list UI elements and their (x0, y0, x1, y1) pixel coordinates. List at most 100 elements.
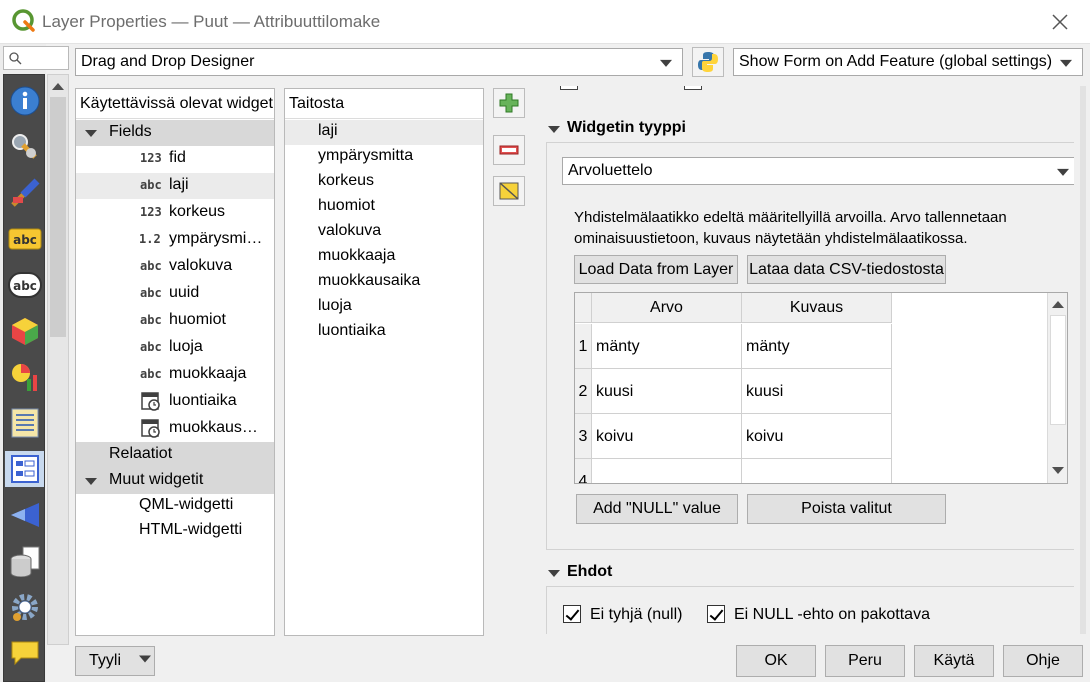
actions-icon[interactable] (7, 589, 43, 625)
load-from-layer-button[interactable]: Load Data from Layer (574, 255, 738, 284)
add-container-button[interactable] (493, 88, 525, 118)
cell-value[interactable]: kuusi (592, 369, 742, 414)
tree-item-field[interactable]: abc huomiot (76, 308, 274, 334)
python-init-button[interactable] (692, 47, 724, 77)
tree-item-field[interactable]: luontiaika (76, 389, 274, 415)
information-icon[interactable] (7, 83, 43, 119)
layout-item[interactable]: luontiaika (285, 320, 483, 345)
scrollbar-thumb[interactable] (1050, 315, 1066, 425)
text-field-icon: abc (140, 178, 162, 192)
tree-item-qml-widget[interactable]: QML-widgetti (76, 493, 274, 519)
labels-icon[interactable]: abc (7, 221, 43, 257)
not-null-checkbox[interactable] (563, 605, 581, 623)
cancel-button[interactable]: Peru (825, 645, 905, 677)
column-header-description[interactable]: Kuvaus (742, 293, 892, 323)
widget-config-area[interactable]: Widgetin tyyppi Arvoluettelo Yhdistelmäl… (534, 86, 1074, 634)
tree-item-field[interactable]: abc muokkaaja (76, 362, 274, 388)
tree-item-field[interactable]: 123 korkeus (76, 200, 274, 226)
edit-tab-button[interactable] (493, 176, 525, 206)
partial-checkbox[interactable] (560, 86, 578, 90)
auxiliary-storage-icon[interactable] (7, 543, 43, 579)
ok-button[interactable]: OK (736, 645, 816, 677)
layout-item[interactable]: muokkausaika (285, 270, 483, 295)
layout-item[interactable]: korkeus (285, 170, 483, 195)
config-scrollbar[interactable] (1080, 86, 1086, 634)
tree-item-field[interactable]: muokkaus… (76, 416, 274, 442)
cell-description[interactable]: koivu (742, 414, 892, 459)
tree-item-field[interactable]: 123 fid (76, 146, 274, 172)
masks-icon[interactable]: abc (7, 267, 43, 303)
enforce-not-null-checkbox[interactable] (707, 605, 725, 623)
expand-arrow-icon[interactable] (85, 130, 97, 137)
scroll-up-icon[interactable] (1052, 301, 1064, 308)
layout-item[interactable]: huomiot (285, 195, 483, 220)
tree-item-field[interactable]: 1.2 ympärysmi… (76, 227, 274, 253)
cell-description[interactable]: mänty (742, 324, 892, 369)
tree-item-html-widget[interactable]: HTML-widgetti (76, 518, 274, 544)
tree-item-field[interactable]: abc laji (76, 173, 274, 199)
widget-type-combo[interactable]: Arvoluettelo (562, 157, 1074, 185)
table-scrollbar[interactable] (1047, 293, 1067, 483)
tree-item-field[interactable]: abc uuid (76, 281, 274, 307)
style-menu-button[interactable]: Tyyli (75, 646, 155, 676)
cell-description[interactable]: kuusi (742, 369, 892, 414)
expand-arrow-icon[interactable] (85, 478, 97, 485)
collapse-arrow-icon[interactable] (548, 570, 560, 577)
scrollbar-thumb[interactable] (50, 97, 66, 337)
designer-combo[interactable]: Drag and Drop Designer (75, 48, 683, 76)
form-layout-tree[interactable]: Taitosta laji ympärysmitta korkeus huomiot v… (284, 88, 484, 636)
load-csv-button[interactable]: Lataa data CSV-tiedostosta (747, 255, 946, 284)
source-icon[interactable] (7, 129, 43, 165)
fields-icon[interactable] (7, 405, 43, 441)
row-header[interactable]: 1 (575, 324, 592, 369)
joins-icon[interactable] (7, 497, 43, 533)
section-list-scrollbar[interactable] (47, 74, 69, 645)
available-widgets-tree[interactable]: Käytettävissä olevat widgetit Fields 123… (75, 88, 275, 636)
cell-description[interactable] (742, 459, 892, 483)
available-widgets-header: Käytettävissä olevat widgetit (76, 89, 274, 119)
search-icon (9, 52, 22, 65)
row-header[interactable]: 2 (575, 369, 592, 414)
widget-type-title: Widgetin tyyppi (567, 119, 686, 136)
scroll-down-icon[interactable] (1052, 467, 1064, 474)
tree-group-fields[interactable]: Fields (76, 120, 274, 146)
help-button[interactable]: Ohje (1003, 645, 1083, 677)
display-icon[interactable] (7, 635, 43, 671)
show-form-combo[interactable]: Show Form on Add Feature (global setting… (733, 48, 1083, 76)
search-input[interactable] (3, 46, 69, 70)
section-list[interactable]: abc abc (3, 74, 45, 682)
text-field-icon: abc (140, 286, 162, 300)
scroll-up-icon[interactable] (52, 83, 64, 90)
tree-group-other-widgets[interactable]: Muut widgetit (76, 468, 274, 494)
collapse-arrow-icon[interactable] (548, 126, 560, 133)
layout-item-label: luontiaika (318, 322, 386, 339)
layout-item[interactable]: luoja (285, 295, 483, 320)
tree-item-field[interactable]: abc valokuva (76, 254, 274, 280)
apply-button[interactable]: Käytä (914, 645, 994, 677)
remove-selected-button[interactable]: Poista valitut (747, 494, 946, 524)
column-header-value[interactable]: Arvo (592, 293, 742, 323)
diagrams-icon[interactable] (7, 359, 43, 395)
layout-item[interactable]: muokkaaja (285, 245, 483, 270)
tree-group-relations[interactable]: Relaatiot (76, 442, 274, 468)
cell-value[interactable] (592, 459, 742, 483)
add-null-button[interactable]: Add "NULL" value (576, 494, 738, 524)
layout-item[interactable]: valokuva (285, 220, 483, 245)
text-field-icon: abc (140, 340, 162, 354)
row-header[interactable]: 4 (575, 459, 592, 483)
close-icon[interactable] (1046, 8, 1074, 36)
symbology-icon[interactable] (7, 175, 43, 211)
layout-item-label: laji (318, 122, 338, 139)
cell-value[interactable]: mänty (592, 324, 742, 369)
value-map-table[interactable]: Arvo Kuvaus 1 mänty mänty 2 kuusi kuusi 3 koivu… (574, 292, 1068, 484)
layout-item-label: valokuva (318, 222, 382, 239)
partial-checkbox[interactable] (684, 86, 702, 90)
attributes-form-icon[interactable] (5, 451, 44, 487)
row-header[interactable]: 3 (575, 414, 592, 459)
cell-value[interactable]: koivu (592, 414, 742, 459)
layout-item[interactable]: ympärysmitta (285, 145, 483, 170)
layout-item[interactable]: laji (285, 120, 483, 145)
tree-item-field[interactable]: abc luoja (76, 335, 274, 361)
remove-item-button[interactable] (493, 135, 525, 165)
3d-view-icon[interactable] (7, 313, 43, 349)
